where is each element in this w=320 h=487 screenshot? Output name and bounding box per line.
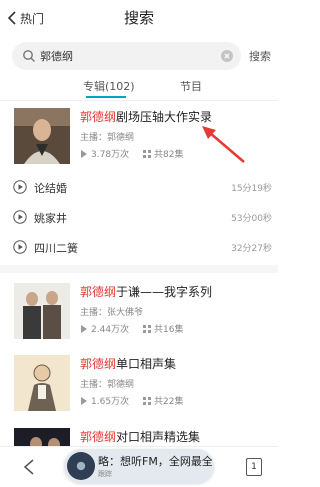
album-item[interactable]: 郭德纲剧场压轴大作实录 主播：郭德纲 3.78万次 共82集 [0, 108, 278, 170]
chevron-left-icon[interactable] [22, 458, 36, 476]
album-meta: 2.44万次 共16集 [80, 322, 184, 335]
episode-count: 共82集 [154, 150, 184, 160]
play-circle-icon[interactable] [13, 180, 27, 194]
player-marquee: 略：想听FM，全网最全 [98, 455, 212, 468]
track-title: 姚家井 [34, 212, 67, 225]
play-circle-icon[interactable] [13, 210, 27, 224]
tab-albums[interactable]: 专辑(102) [83, 78, 135, 94]
clear-icon[interactable] [221, 50, 233, 62]
page-title: 搜索 [123, 9, 154, 27]
bottom-bar: 略：想听FM，全网最全 跟踪 1 [0, 446, 278, 487]
play-count: 1.65万次 [91, 397, 130, 407]
album-item[interactable]: 郭德纲单口相声集 主播：郭德纲 1.65万次 共22集 [0, 355, 278, 417]
album-cover [14, 108, 70, 164]
album-title: 郭德纲剧场压轴大作实录 [80, 110, 213, 124]
play-count-icon [81, 324, 87, 333]
search-button[interactable]: 搜索 [249, 48, 271, 64]
play-circle-icon[interactable] [13, 240, 27, 254]
album-meta: 3.78万次 共82集 [80, 147, 184, 160]
track-duration: 53分00秒 [231, 214, 272, 224]
search-icon [23, 50, 35, 62]
mini-player[interactable]: 略：想听FM，全网最全 跟踪 [64, 449, 214, 483]
search-bar: 搜索 [0, 42, 278, 70]
album-host: 主播：郭德纲 [80, 133, 135, 143]
track-item[interactable]: 四川二簧 32分27秒 [0, 237, 278, 259]
play-count: 3.78万次 [91, 150, 130, 160]
result-tabs: 专辑(102) 节目 [0, 76, 278, 100]
play-count: 2.44万次 [91, 325, 130, 335]
episodes-icon [143, 324, 152, 333]
album-cover [14, 283, 70, 339]
track-item[interactable]: 姚家井 53分00秒 [0, 207, 278, 229]
tabs-divider [0, 100, 278, 101]
album-meta: 1.65万次 共22集 [80, 394, 184, 407]
play-count-icon [81, 396, 87, 405]
header: 热门 搜索 [0, 0, 278, 36]
album-host: 主播：张大佛爷 [80, 308, 144, 318]
search-input[interactable] [40, 46, 210, 66]
track-title: 论结婚 [34, 182, 67, 195]
track-title: 四川二簧 [34, 242, 78, 255]
album-cover [14, 355, 70, 411]
album-title: 郭德纲于谦——我字系列 [80, 285, 213, 299]
track-duration: 15分19秒 [231, 184, 272, 194]
player-disc-icon [67, 452, 95, 480]
album-host: 主播：郭德纲 [80, 380, 135, 390]
album-title: 郭德纲单口相声集 [80, 357, 177, 371]
episode-count: 共22集 [154, 397, 184, 407]
section-gap [0, 265, 278, 273]
tab-programs[interactable]: 节目 [180, 78, 202, 94]
episodes-icon [143, 149, 152, 158]
episodes-icon [143, 396, 152, 405]
play-count-icon [81, 149, 87, 158]
track-item[interactable]: 论结婚 15分19秒 [0, 177, 278, 199]
album-title: 郭德纲对口相声精选集 [80, 430, 201, 444]
episode-count: 共16集 [154, 325, 184, 335]
track-duration: 32分27秒 [231, 244, 272, 254]
player-subtitle: 跟踪 [98, 470, 112, 478]
album-item[interactable]: 郭德纲于谦——我字系列 主播：张大佛爷 2.44万次 共16集 [0, 283, 278, 345]
active-tab-indicator [86, 96, 126, 98]
search-box[interactable] [12, 42, 241, 70]
page-indicator-button[interactable]: 1 [246, 458, 262, 476]
